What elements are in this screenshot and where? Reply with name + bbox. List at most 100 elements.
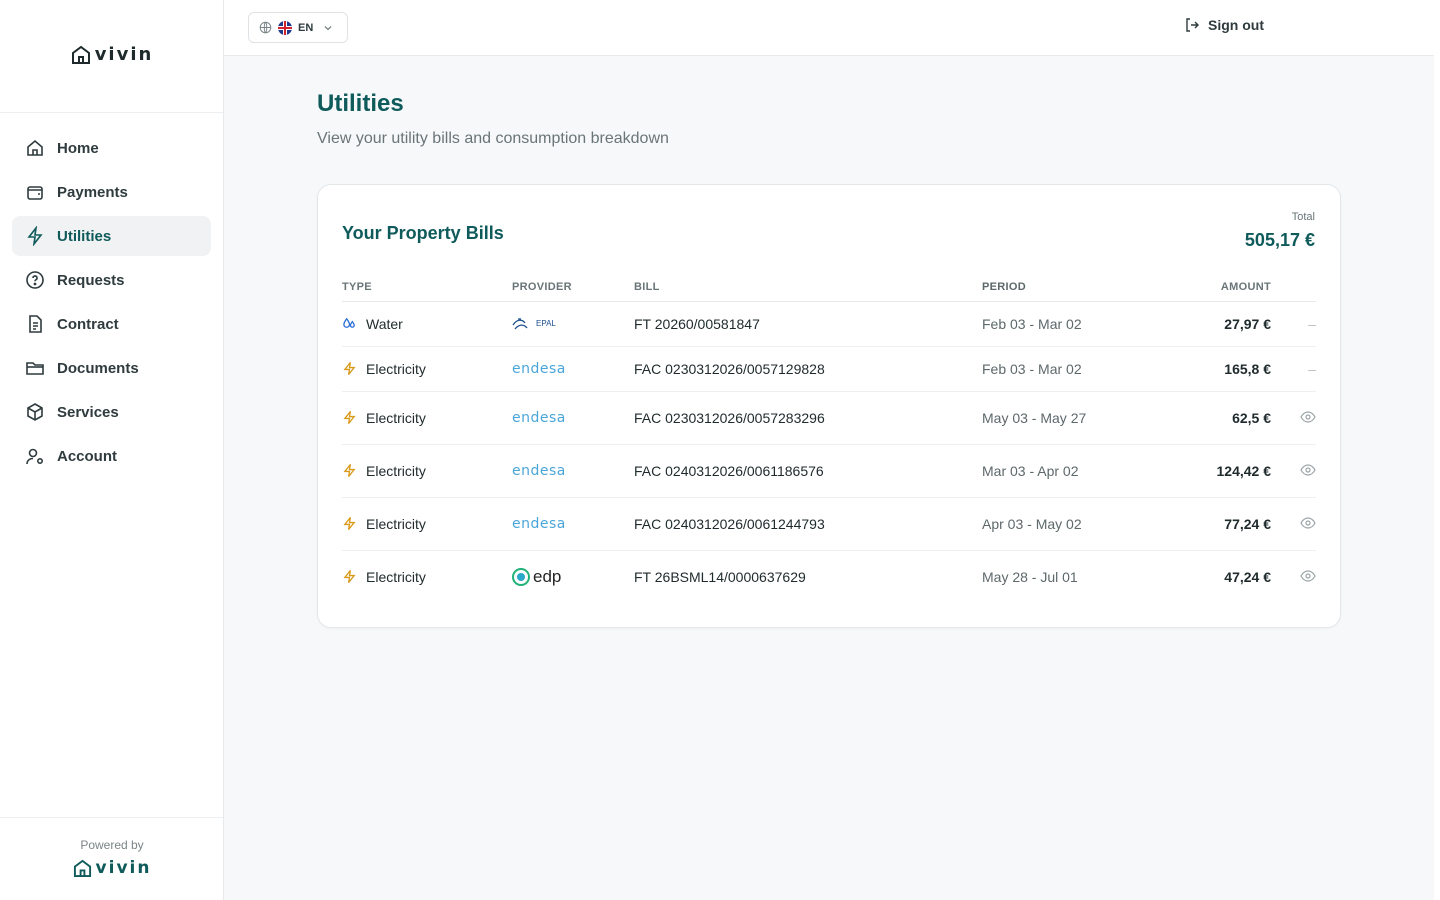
bill-type-label: Electricity — [366, 568, 426, 585]
sidebar-item-label: Home — [57, 139, 99, 157]
sign-out-button[interactable]: Sign out — [1184, 17, 1264, 33]
sidebar-item-label: Requests — [57, 271, 125, 289]
bill-type: Electricity — [342, 569, 512, 585]
view-bill-eye-icon[interactable] — [1300, 410, 1316, 423]
powered-by-label: Powered by — [80, 838, 144, 852]
bill-type: Water — [342, 316, 512, 332]
sidebar-item-home[interactable]: Home — [12, 128, 211, 168]
bill-period: Feb 03 - Mar 02 — [982, 301, 1152, 347]
provider-name: edp — [533, 566, 562, 586]
no-action-dash: – — [1271, 301, 1316, 347]
table-row: Electricity endesa FAC 0240312026/006124… — [342, 497, 1316, 551]
bill-type-label: Electricity — [366, 360, 426, 377]
bill-type: Electricity — [342, 410, 512, 426]
epal-wave-icon — [512, 317, 528, 329]
bill-period: May 03 - May 27 — [982, 391, 1152, 445]
scrollbar[interactable] — [1434, 0, 1440, 900]
column-header-period: PERIOD — [982, 273, 1152, 302]
bill-amount: 47,24 € — [1224, 568, 1271, 585]
provider-logo-endesa: endesa — [512, 516, 566, 532]
sidebar-item-label: Services — [57, 403, 119, 421]
sidebar-nav: Home Payments Utilities Requests Contrac… — [12, 128, 211, 480]
column-header-amount: AMOUNT — [1152, 273, 1271, 302]
bill-amount: 165,8 € — [1152, 346, 1271, 392]
uk-flag-icon — [278, 20, 292, 35]
bill-period: Mar 03 - Apr 02 — [982, 444, 1152, 498]
document-icon — [29, 315, 42, 333]
bill-number: FT 26BSML14/0000637629 — [634, 568, 806, 585]
folder-icon — [26, 362, 44, 375]
provider-name: EPAL — [536, 319, 556, 328]
globe-icon — [259, 21, 272, 34]
provider-logo-edp: edp — [512, 567, 634, 587]
table-header-row: TYPE PROVIDER BILL PERIOD AMOUNT — [342, 273, 1316, 302]
wallet-icon — [27, 186, 43, 200]
bill-amount: 27,97 € — [1152, 301, 1271, 347]
bill-period: May 28 - Jul 01 — [982, 568, 1078, 585]
question-circle-icon — [26, 271, 44, 289]
column-header-type: TYPE — [342, 273, 512, 302]
page-subtitle: View your utility bills and consumption … — [317, 130, 669, 147]
brand-logo[interactable]: vivin — [0, 44, 224, 65]
view-bill-eye-icon[interactable] — [1300, 463, 1316, 476]
sidebar-item-payments[interactable]: Payments — [12, 172, 211, 212]
lightning-icon — [343, 570, 356, 584]
bill-type: Electricity — [342, 463, 512, 479]
water-drop-icon — [343, 317, 355, 328]
bill-period: Feb 03 - Mar 02 — [982, 346, 1152, 392]
sidebar: vivin Home Payments Utilities Requests C… — [0, 0, 224, 900]
sidebar-item-services[interactable]: Services — [12, 392, 211, 432]
bill-type: Electricity — [342, 516, 512, 532]
sidebar-item-contract[interactable]: Contract — [12, 304, 211, 344]
view-bill-eye-icon[interactable] — [1300, 570, 1316, 582]
sidebar-item-label: Contract — [57, 315, 119, 333]
table-row: Electricity endesa FAC 0240312026/006118… — [342, 444, 1316, 498]
lightning-icon — [343, 361, 356, 376]
no-action-dash: – — [1271, 346, 1316, 392]
box-icon — [27, 403, 43, 421]
bill-type-label: Electricity — [366, 462, 426, 479]
page-title: Utilities — [317, 90, 404, 117]
sidebar-item-label: Documents — [57, 359, 139, 377]
column-header-actions — [1271, 273, 1316, 302]
card-title: Your Property Bills — [342, 223, 504, 243]
bill-type: Electricity — [342, 361, 512, 377]
house-logo-icon — [73, 859, 91, 877]
lightning-icon — [343, 516, 356, 531]
divider — [0, 112, 223, 113]
sign-out-label: Sign out — [1208, 17, 1264, 33]
sidebar-item-requests[interactable]: Requests — [12, 260, 211, 300]
sign-out-icon — [1186, 18, 1199, 32]
language-code: EN — [298, 21, 314, 34]
user-settings-icon — [26, 448, 44, 465]
provider-logo-endesa: endesa — [512, 410, 566, 426]
sidebar-item-account[interactable]: Account — [12, 436, 211, 476]
total-label: Total — [1291, 211, 1315, 223]
sidebar-item-utilities[interactable]: Utilities — [12, 216, 211, 256]
chevron-down-icon — [324, 25, 332, 30]
home-icon — [27, 139, 43, 156]
language-selector[interactable]: EN — [248, 12, 348, 43]
bill-period: Apr 03 - May 02 — [982, 497, 1152, 551]
bill-type-label: Electricity — [366, 515, 426, 532]
brand-name: vivin — [95, 858, 152, 878]
total-value: 505,17 € — [1244, 230, 1315, 250]
divider — [0, 817, 223, 818]
bill-number: FAC 0230312026/0057129828 — [634, 346, 982, 392]
bill-number: FAC 0230312026/0057283296 — [634, 391, 982, 445]
edp-logo-icon — [512, 567, 530, 586]
property-bills-card: Your Property Bills Total 505,17 € TYPE … — [317, 184, 1341, 628]
bill-number: FAC 0240312026/0061244793 — [634, 497, 982, 551]
column-header-bill: BILL — [634, 273, 982, 302]
table-row: Electricity endesa FAC 0230312026/005728… — [342, 391, 1316, 445]
column-header-provider: PROVIDER — [512, 273, 634, 302]
sidebar-item-documents[interactable]: Documents — [12, 348, 211, 388]
lightning-icon — [343, 463, 356, 478]
bill-amount: 62,5 € — [1152, 391, 1271, 445]
footer-brand-logo: vivin — [0, 858, 224, 878]
bill-type-label: Electricity — [366, 409, 426, 426]
bill-type-label: Water — [366, 315, 403, 332]
table-row: Water EPAL FT 20260/00581847 Feb 03 - Ma… — [342, 301, 1316, 347]
view-bill-eye-icon[interactable] — [1300, 516, 1316, 529]
bill-amount: 77,24 € — [1152, 497, 1271, 551]
